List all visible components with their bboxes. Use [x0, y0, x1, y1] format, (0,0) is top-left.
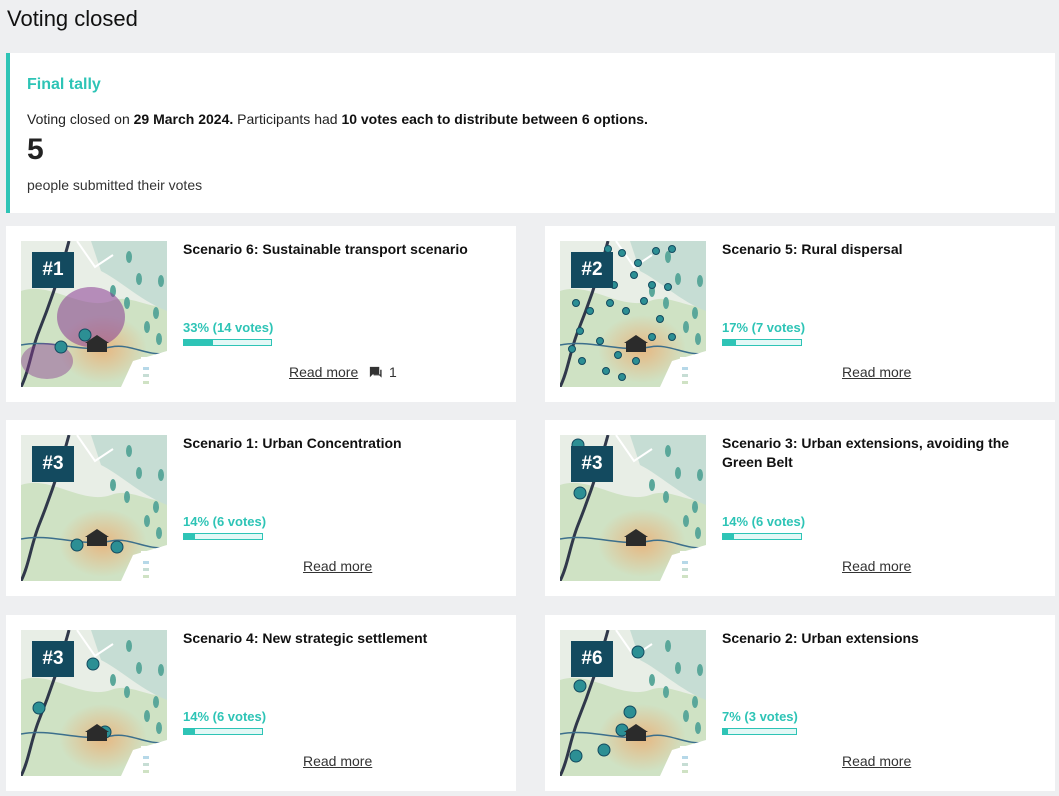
- vote-progress-bar: [183, 728, 263, 735]
- vote-percentage: 14% (6 votes): [183, 514, 267, 529]
- tally-description: Voting closed on 29 March 2024. Particip…: [27, 111, 648, 127]
- participant-caption: people submitted their votes: [27, 177, 203, 193]
- vote-progress-bar: [722, 728, 797, 735]
- vote-progress-fill: [184, 729, 195, 734]
- read-more-link[interactable]: Read more: [303, 558, 372, 574]
- vote-progress-bar: [183, 339, 272, 346]
- vote-progress-bar: [722, 339, 802, 346]
- scenario-map-image: #3: [560, 435, 706, 581]
- final-tally-panel: Final tally Voting closed on 29 March 20…: [6, 53, 1055, 213]
- comments-button[interactable]: 1: [368, 364, 397, 380]
- vote-progress-fill: [184, 534, 195, 539]
- vote-progress-bar: [183, 533, 263, 540]
- rank-badge: #3: [571, 446, 613, 482]
- tally-close-date: 29 March 2024.: [133, 111, 234, 127]
- vote-progress-fill: [723, 534, 734, 539]
- tally-votes-rule: 10 votes each to distribute between 6 op…: [341, 111, 648, 127]
- scenario-card: #2 Scenario 5: Rural dispersal 17% (7 vo…: [545, 226, 1055, 402]
- tally-text-prefix: Voting closed on: [27, 111, 134, 127]
- vote-progress-bar: [722, 533, 802, 540]
- scenario-title: Scenario 5: Rural dispersal: [722, 241, 903, 257]
- read-more-link[interactable]: Read more: [842, 753, 911, 769]
- scenario-title: Scenario 2: Urban extensions: [722, 630, 919, 646]
- rank-badge: #2: [571, 252, 613, 288]
- scenario-card: #6 Scenario 2: Urban extensions 7% (3 vo…: [545, 615, 1055, 791]
- vote-percentage: 14% (6 votes): [722, 514, 806, 529]
- vote-percentage: 17% (7 votes): [722, 320, 806, 335]
- rank-badge: #1: [32, 252, 74, 288]
- page-title: Voting closed: [7, 6, 138, 31]
- scenario-card: #3 Scenario 4: New strategic settlement …: [6, 615, 516, 791]
- vote-progress-fill: [723, 340, 737, 345]
- vote-progress-fill: [184, 340, 213, 345]
- scenario-title: Scenario 4: New strategic settlement: [183, 630, 428, 646]
- scenario-card: #1 Scenario 6: Sustainable transport sce…: [6, 226, 516, 402]
- vote-percentage: 33% (14 votes): [183, 320, 274, 335]
- scenario-map-image: #6: [560, 630, 706, 776]
- scenario-card: #3 Scenario 1: Urban Concentration 14% (…: [6, 420, 516, 596]
- rank-badge: #3: [32, 446, 74, 482]
- read-more-link[interactable]: Read more: [303, 753, 372, 769]
- scenario-title: Scenario 3: Urban extensions, avoiding t…: [722, 435, 1010, 470]
- vote-percentage: 7% (3 votes): [722, 709, 798, 724]
- scenario-map-image: #2: [560, 241, 706, 387]
- rank-badge: #6: [571, 641, 613, 677]
- comment-icon: [369, 366, 382, 378]
- scenario-title: Scenario 6: Sustainable transport scenar…: [183, 241, 468, 257]
- scenario-map-image: #3: [21, 435, 167, 581]
- vote-percentage: 14% (6 votes): [183, 709, 267, 724]
- read-more-link[interactable]: Read more: [289, 364, 358, 380]
- tally-text-middle: Participants had: [233, 111, 342, 127]
- participant-count: 5: [27, 133, 44, 166]
- comment-count: 1: [389, 364, 397, 380]
- read-more-link[interactable]: Read more: [842, 364, 911, 380]
- scenario-map-image: #3: [21, 630, 167, 776]
- scenario-title: Scenario 1: Urban Concentration: [183, 435, 402, 451]
- scenario-map-image: #1: [21, 241, 167, 387]
- vote-progress-fill: [723, 729, 729, 734]
- read-more-link[interactable]: Read more: [842, 558, 911, 574]
- rank-badge: #3: [32, 641, 74, 677]
- tally-title: Final tally: [27, 76, 101, 93]
- scenario-card: #3 Scenario 3: Urban extensions, avoidin…: [545, 420, 1055, 596]
